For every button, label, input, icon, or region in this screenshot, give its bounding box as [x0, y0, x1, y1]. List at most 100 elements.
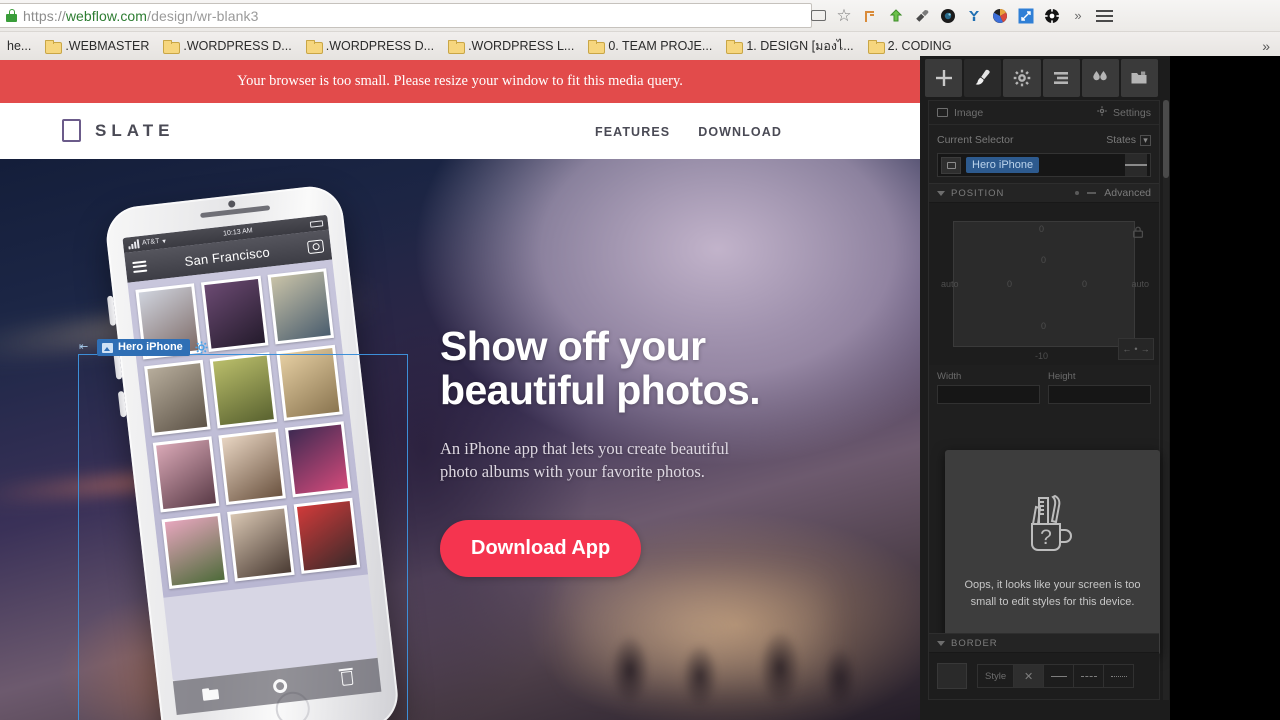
padding-left-value[interactable]: 0	[1007, 279, 1012, 289]
design-canvas[interactable]: SLATE FEATURES DOWNLOAD AT&T ▾ 10:13 AM …	[0, 103, 920, 720]
trash-icon[interactable]	[340, 670, 353, 687]
hamburger-icon[interactable]	[132, 258, 148, 275]
caret-down-icon	[937, 190, 945, 196]
photo-thumb[interactable]	[144, 359, 211, 436]
photo-thumb[interactable]	[227, 505, 295, 582]
indent-icon[interactable]: ⇤	[79, 341, 92, 354]
add-element-button[interactable]	[925, 59, 963, 97]
photo-thumb[interactable]	[284, 421, 352, 498]
green-arrow-extension-icon[interactable]	[884, 4, 908, 28]
bookmark-item[interactable]: .WORDPRESS D...	[299, 35, 441, 57]
box-model-editor[interactable]: 0 -10 auto auto 0 0 0 0 ← • →	[929, 203, 1159, 365]
border-style-dotted[interactable]	[1103, 665, 1133, 687]
border-style-dashed[interactable]	[1073, 665, 1103, 687]
position-nudge-controls[interactable]: ← • →	[1118, 338, 1154, 360]
camera-icon[interactable]	[306, 238, 325, 254]
hero-heading-line1: Show off your	[440, 323, 706, 369]
dark-circle-extension-icon[interactable]	[936, 4, 960, 28]
resize-extension-icon[interactable]	[1014, 4, 1038, 28]
padding-bottom-value[interactable]: 0	[1041, 321, 1046, 331]
width-input[interactable]	[937, 385, 1040, 404]
photo-thumb[interactable]	[218, 428, 286, 505]
lock-sizing-toggle[interactable]	[1121, 223, 1155, 265]
assets-button[interactable]	[1120, 59, 1159, 97]
selector-menu-icon[interactable]	[1125, 154, 1147, 176]
margin-right-value[interactable]: auto	[1131, 279, 1149, 289]
nav-link-download[interactable]: DOWNLOAD	[698, 125, 782, 139]
overflow-chevron-icon[interactable]: »	[1066, 4, 1090, 28]
panel-scrollbar[interactable]	[1163, 100, 1169, 700]
margin-bottom-value[interactable]: -10	[1035, 351, 1048, 361]
cast-icon[interactable]	[806, 4, 830, 28]
border-section-header[interactable]: BORDER	[929, 633, 1159, 653]
cup-with-tools-question-icon: ?	[1017, 480, 1089, 559]
bookmark-item[interactable]: 0. TEAM PROJE...	[581, 35, 719, 57]
wifi-icon: ▾	[162, 237, 167, 246]
gear-icon[interactable]	[271, 678, 288, 694]
element-selection-badge[interactable]: ⇤ Hero iPhone	[79, 339, 208, 356]
image-icon	[102, 342, 113, 353]
bookmarks-overflow-icon[interactable]: »	[1262, 38, 1280, 54]
address-bar[interactable]: https://webflow.com/design/wr-blank3	[0, 3, 812, 28]
margin-top-value[interactable]: 0	[1039, 224, 1044, 234]
photo-thumb[interactable]	[152, 436, 220, 513]
panel-scrollbar-thumb[interactable]	[1163, 100, 1169, 178]
symbols-button[interactable]	[1081, 59, 1119, 97]
selector-field[interactable]: Hero iPhone	[937, 153, 1151, 177]
download-app-button[interactable]: Download App	[440, 520, 642, 578]
selected-element-label: Hero iPhone	[118, 341, 183, 353]
arrow-right-icon[interactable]: →	[1141, 344, 1150, 354]
hamburger-menu-icon[interactable]	[1092, 4, 1116, 28]
border-style-none[interactable]: ✕	[1013, 665, 1044, 687]
folder-icon[interactable]	[201, 687, 218, 701]
current-selector-label: Current Selector	[937, 134, 1014, 146]
signal-bars-icon	[128, 239, 140, 250]
eyedropper-extension-icon[interactable]	[910, 4, 934, 28]
photo-thumb[interactable]	[209, 352, 277, 429]
bookmark-item[interactable]: .WORDPRESS L...	[441, 35, 581, 57]
photo-thumb[interactable]	[267, 268, 335, 345]
states-button[interactable]: States ▾	[1106, 134, 1151, 146]
border-style-solid[interactable]	[1043, 665, 1073, 687]
padding-right-value[interactable]: 0	[1082, 279, 1087, 289]
photo-thumb[interactable]	[161, 512, 229, 589]
ruler-extension-icon[interactable]	[858, 4, 882, 28]
advanced-link[interactable]: Advanced	[1104, 187, 1151, 199]
height-control[interactable]: Height	[1048, 371, 1151, 404]
selector-chip[interactable]: Hero iPhone	[966, 157, 1040, 173]
padding-top-value[interactable]: 0	[1041, 255, 1046, 265]
color-wheel-extension-icon[interactable]	[988, 4, 1012, 28]
bookmark-label: .WORDPRESS L...	[468, 39, 575, 53]
navigator-button[interactable]	[1042, 59, 1080, 97]
bookmark-item[interactable]: .WORDPRESS D...	[156, 35, 298, 57]
site-logo[interactable]: SLATE	[62, 119, 174, 142]
y-extension-icon[interactable]	[962, 4, 986, 28]
panel-right-edge	[1170, 56, 1280, 720]
gear-icon[interactable]	[195, 341, 208, 354]
bookmark-item[interactable]: 2. CODING	[861, 35, 959, 57]
border-section: BORDER Style ✕	[929, 633, 1159, 699]
position-section-header[interactable]: POSITION Advanced	[929, 183, 1159, 203]
folder-icon	[305, 40, 323, 54]
arrow-left-icon[interactable]: ←	[1122, 344, 1131, 354]
bookmark-item[interactable]: .WEBMASTER	[38, 35, 156, 57]
settings-button[interactable]	[1003, 59, 1041, 97]
photo-thumb[interactable]	[201, 275, 269, 352]
width-control[interactable]: Width	[937, 371, 1040, 404]
margin-left-value[interactable]: auto	[941, 279, 959, 289]
photo-thumb[interactable]	[293, 497, 361, 574]
bookmark-item[interactable]: 1. DESIGN [มองไ...	[719, 35, 860, 57]
nav-link-features[interactable]: FEATURES	[595, 125, 670, 139]
bookmark-item[interactable]: he...	[0, 35, 38, 57]
style-button[interactable]	[964, 59, 1002, 97]
bookmark-star-icon[interactable]: ☆	[832, 4, 856, 28]
height-input[interactable]	[1048, 385, 1151, 404]
settings-link[interactable]: Settings	[1097, 106, 1151, 119]
gear-extension-icon[interactable]	[1040, 4, 1064, 28]
states-label: States	[1106, 134, 1136, 146]
arrow-center-icon[interactable]: •	[1134, 344, 1137, 354]
photo-thumb[interactable]	[275, 344, 343, 421]
chevron-down-icon: ▾	[1140, 134, 1151, 146]
border-sides-selector[interactable]	[937, 663, 967, 689]
selected-element-chip[interactable]: Hero iPhone	[97, 339, 190, 356]
